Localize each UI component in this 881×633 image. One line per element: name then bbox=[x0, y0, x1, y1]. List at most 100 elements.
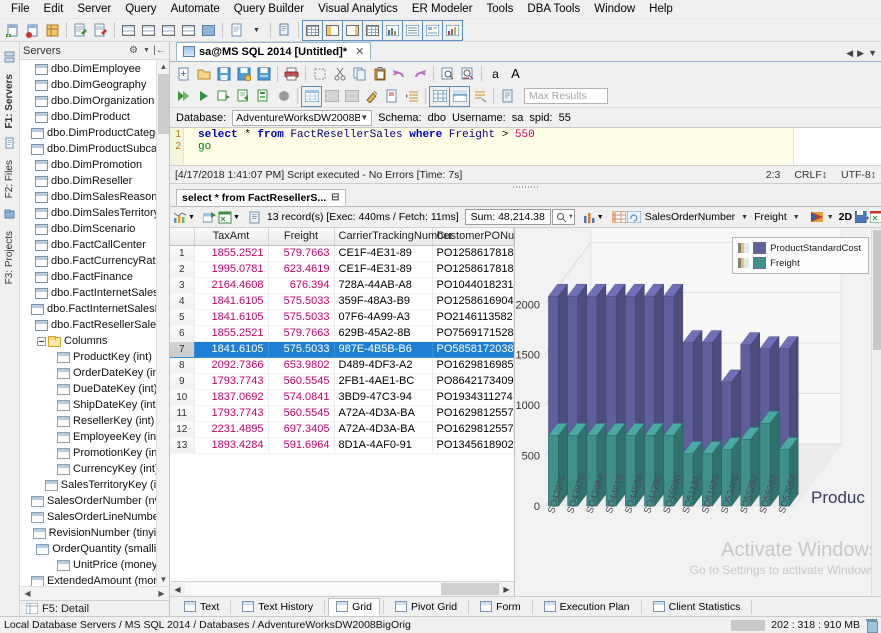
table-row[interactable]: 122231.4895697.3405A72A-4D3A-BAPO1629812… bbox=[170, 421, 514, 437]
execute-script-icon[interactable] bbox=[174, 87, 193, 106]
table-row[interactable]: 111793.7743560.5545A72A-4D3A-BAPO1629812… bbox=[170, 405, 514, 421]
menu-item-automate[interactable]: Automate bbox=[164, 1, 227, 17]
table-cell-taxamt[interactable]: 1793.7743 bbox=[194, 405, 268, 421]
legend-item-productstandardcost[interactable]: ProductStandardCost bbox=[738, 242, 861, 254]
table-cell-taxamt[interactable]: 1841.6105 bbox=[194, 341, 268, 357]
chevron-down-icon[interactable]: ▼ bbox=[140, 44, 153, 57]
view-split-left-icon[interactable] bbox=[323, 21, 342, 40]
table-cell-carriertrackingnumber[interactable]: 629B-45A2-8B bbox=[334, 325, 432, 341]
new-server-icon[interactable] bbox=[3, 21, 22, 40]
comment-sql-icon[interactable] bbox=[382, 87, 401, 106]
table-cell-taxamt[interactable]: 2092.7366 bbox=[194, 357, 268, 373]
filter-data-icon[interactable] bbox=[159, 21, 178, 40]
row-number[interactable]: 10 bbox=[170, 389, 194, 405]
table-cell-taxamt[interactable]: 1995.0781 bbox=[194, 261, 268, 277]
row-number[interactable]: 2 bbox=[170, 261, 194, 277]
encoding[interactable]: UTF-8↕ bbox=[841, 169, 876, 181]
row-number[interactable]: 5 bbox=[170, 309, 194, 325]
table-cell-freight[interactable]: 676.394 bbox=[268, 277, 334, 293]
lowercase-icon[interactable]: a bbox=[486, 64, 505, 83]
table-cell-taxamt[interactable]: 1841.6105 bbox=[194, 309, 268, 325]
scroll-right-arrow[interactable]: ▶ bbox=[499, 585, 514, 594]
register-server-icon[interactable] bbox=[23, 21, 42, 40]
scroll-down-arrow[interactable]: ▼ bbox=[157, 573, 169, 586]
tree-node[interactable]: UnitPrice (money) bbox=[20, 557, 169, 573]
tab-grid[interactable]: Grid bbox=[328, 598, 380, 616]
table-cell-customerponumber[interactable]: PO10440182311 bbox=[432, 277, 514, 293]
tree-node[interactable]: dbo.DimReseller bbox=[20, 173, 169, 189]
stop-icon[interactable] bbox=[274, 87, 293, 106]
table-row[interactable]: 21995.0781623.4619CE1F-4E31-89PO12586178… bbox=[170, 261, 514, 277]
tree-node[interactable]: dbo.FactFinance bbox=[20, 269, 169, 285]
tab-client-statistics[interactable]: Client Statistics bbox=[645, 598, 749, 616]
menu-item-file[interactable]: File bbox=[4, 1, 37, 17]
table-cell-freight[interactable]: 579.7663 bbox=[268, 325, 334, 341]
tree-vertical-scrollbar[interactable]: ▲ ▼ bbox=[156, 60, 169, 586]
edit-data-icon[interactable] bbox=[139, 21, 158, 40]
table-cell-taxamt[interactable]: 2164.4608 bbox=[194, 277, 268, 293]
column-header-taxamt[interactable]: TaxAmt bbox=[194, 228, 268, 245]
sql-editor[interactable]: 1 2 select * from FactResellerSales wher… bbox=[170, 128, 881, 166]
chevron-down-icon[interactable]: ▼ bbox=[360, 113, 368, 122]
column-header-customerponumber[interactable]: CustomerPONumber bbox=[432, 228, 514, 245]
table-cell-customerponumber[interactable]: PO16298125578 bbox=[432, 421, 514, 437]
table-cell-customerponumber[interactable]: PO12586178184 bbox=[432, 245, 514, 261]
tree-node[interactable]: dbo.DimSalesTerritory bbox=[20, 205, 169, 221]
chart-options-chevron-icon[interactable]: ▼ bbox=[188, 208, 195, 227]
splitter-handle[interactable] bbox=[170, 184, 881, 189]
table-cell-carriertrackingnumber[interactable]: A72A-4D3A-BA bbox=[334, 405, 432, 421]
table-cell-carriertrackingnumber[interactable]: D489-4DF3-A2 bbox=[334, 357, 432, 373]
palette-chevron-icon[interactable]: ▼ bbox=[825, 214, 836, 221]
tree-node[interactable]: dbo.DimProductSubcategory bbox=[20, 141, 169, 157]
gear-icon[interactable]: ⚙ bbox=[127, 44, 140, 57]
tree-node[interactable]: ExtendedAmount (money) bbox=[20, 573, 169, 586]
column-header-freight[interactable]: Freight bbox=[268, 228, 334, 245]
table-cell-carriertrackingnumber[interactable]: 8D1A-4AF0-91 bbox=[334, 437, 432, 453]
table-row[interactable]: 41841.6105575.5033359F-48A3-B9PO12586169… bbox=[170, 293, 514, 309]
scrollbar-track[interactable] bbox=[34, 588, 155, 599]
new-file-icon[interactable] bbox=[174, 64, 193, 83]
view-table-icon[interactable] bbox=[363, 21, 382, 40]
tree-node[interactable]: SalesOrderNumber (nvarc bbox=[20, 493, 169, 509]
clear-results-icon[interactable] bbox=[470, 87, 489, 106]
collapse-icon[interactable] bbox=[37, 337, 46, 346]
table-data-icon[interactable] bbox=[199, 21, 218, 40]
copy-icon[interactable] bbox=[350, 64, 369, 83]
save-icon[interactable] bbox=[214, 64, 233, 83]
x-axis-chevron-icon[interactable]: ▼ bbox=[739, 214, 750, 221]
grid-horizontal-scrollbar[interactable]: ◀ ▶ bbox=[170, 581, 514, 596]
row-number[interactable]: 8 bbox=[170, 357, 194, 373]
new-script-icon[interactable] bbox=[91, 21, 110, 40]
table-cell-carriertrackingnumber[interactable]: A72A-4D3A-BA bbox=[334, 421, 432, 437]
table-cell-taxamt[interactable]: 1837.0692 bbox=[194, 389, 268, 405]
tab-text[interactable]: Text bbox=[176, 598, 227, 616]
execute-to-grid-icon[interactable] bbox=[214, 87, 233, 106]
sidebar-tab-projects[interactable]: F3: Projects bbox=[2, 227, 17, 288]
row-number[interactable]: 6 bbox=[170, 325, 194, 341]
table-row[interactable]: 91793.7743560.55452FB1-4AE1-BCPO86421734… bbox=[170, 373, 514, 389]
copy-document-icon[interactable] bbox=[275, 21, 294, 40]
table-row[interactable]: 11855.2521579.7663CE1F-4E31-89PO12586178… bbox=[170, 245, 514, 261]
save-all-icon[interactable] bbox=[254, 64, 273, 83]
table-cell-customerponumber[interactable]: PO12586178184 bbox=[432, 261, 514, 277]
tree-node[interactable]: ProductKey (int) bbox=[20, 349, 169, 365]
palette-icon[interactable] bbox=[810, 208, 824, 227]
export-chevron-icon[interactable]: ▼ bbox=[233, 208, 240, 227]
browse-data-icon[interactable] bbox=[119, 21, 138, 40]
undo-icon[interactable] bbox=[390, 64, 409, 83]
tree-node[interactable]: dbo.DimEmployee bbox=[20, 61, 169, 77]
tree-node[interactable]: dbo.DimPromotion bbox=[20, 157, 169, 173]
tree-node[interactable]: OrderDateKey (int) bbox=[20, 365, 169, 381]
tree-node[interactable]: dbo.FactResellerSales bbox=[20, 317, 169, 333]
chart-type-chevron-icon[interactable]: ▼ bbox=[597, 208, 604, 227]
table-cell-customerponumber[interactable]: PO16298125578 bbox=[432, 405, 514, 421]
menu-item-query[interactable]: Query bbox=[118, 1, 163, 17]
tree-node[interactable]: dbo.DimSalesReason bbox=[20, 189, 169, 205]
view-list-icon[interactable] bbox=[403, 21, 422, 40]
results-to-grid-icon[interactable] bbox=[302, 87, 321, 106]
scrollbar-track[interactable] bbox=[185, 583, 499, 595]
uppercase-icon[interactable]: A bbox=[506, 64, 525, 83]
table-row[interactable]: 61855.2521579.7663629B-45A2-8BPO75691715… bbox=[170, 325, 514, 341]
tab-form[interactable]: Form bbox=[472, 598, 529, 616]
tree-node[interactable]: dbo.DimOrganization bbox=[20, 93, 169, 109]
